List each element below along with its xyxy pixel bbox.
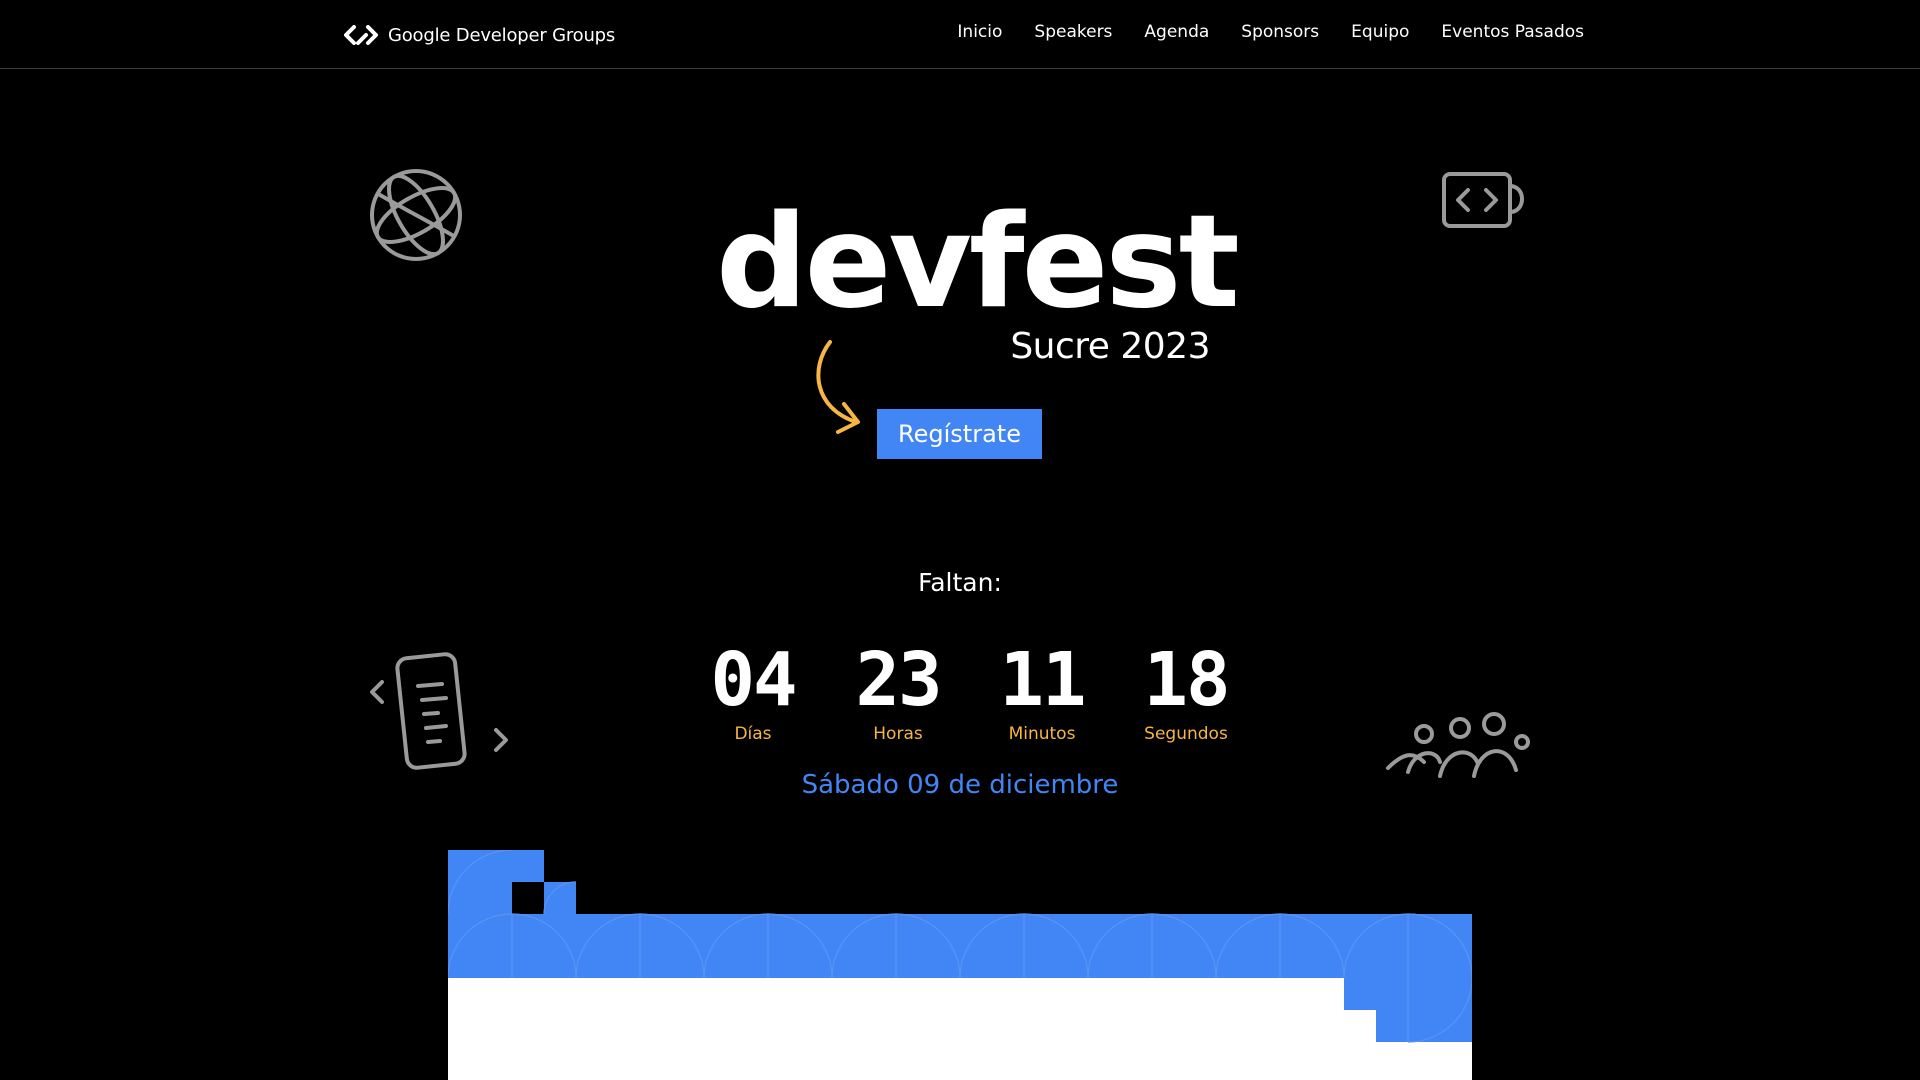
- countdown-hours-label: Horas: [873, 724, 923, 744]
- arrow-doodle-icon: [816, 340, 860, 434]
- countdown-days: 04 Días: [683, 640, 823, 744]
- phone-doodle-icon: [370, 652, 508, 770]
- brand-name: Google Developer Groups: [388, 24, 616, 46]
- globe-doodle-icon: [370, 169, 462, 261]
- gdg-logo-icon: [344, 25, 378, 45]
- nav-link-equipo[interactable]: Equipo: [1351, 22, 1409, 42]
- countdown-heading: Faltan:: [918, 568, 1002, 597]
- countdown-hours: 23 Horas: [828, 640, 968, 744]
- countdown-minutes-value: 11: [999, 637, 1086, 723]
- nav-link-inicio[interactable]: Inicio: [957, 22, 1002, 42]
- top-navbar: Google Developer Groups Inicio Speakers …: [0, 0, 1920, 69]
- countdown-hours-value: 23: [855, 637, 942, 723]
- countdown-days-value: 04: [710, 637, 797, 723]
- people-doodle-icon: [1386, 712, 1530, 778]
- register-button[interactable]: Regístrate: [877, 409, 1042, 459]
- nav-link-agenda[interactable]: Agenda: [1144, 22, 1209, 42]
- code-mug-doodle-icon: [1442, 172, 1524, 228]
- brand[interactable]: Google Developer Groups: [344, 21, 615, 49]
- nav-link-speakers[interactable]: Speakers: [1034, 22, 1112, 42]
- decorative-block-pattern: [448, 850, 1472, 1080]
- countdown-minutes: 11 Minutos: [972, 640, 1112, 744]
- countdown-seconds-value: 18: [1143, 637, 1230, 723]
- nav-link-sponsors[interactable]: Sponsors: [1241, 22, 1319, 42]
- event-date: Sábado 09 de diciembre: [801, 770, 1119, 800]
- nav-links: Inicio Speakers Agenda Sponsors Equipo E…: [957, 22, 1584, 42]
- countdown-days-label: Días: [734, 724, 772, 744]
- countdown-seconds: 18 Segundos: [1116, 640, 1256, 744]
- event-title: devfest: [716, 188, 1240, 337]
- countdown-seconds-label: Segundos: [1144, 724, 1228, 744]
- nav-link-eventos-pasados[interactable]: Eventos Pasados: [1441, 22, 1584, 42]
- event-subtitle: Sucre 2023: [1010, 326, 1210, 367]
- countdown-minutes-label: Minutos: [1008, 724, 1076, 744]
- countdown: 04 Días 23 Horas 11 Minutos 18 Segundos: [680, 640, 1240, 744]
